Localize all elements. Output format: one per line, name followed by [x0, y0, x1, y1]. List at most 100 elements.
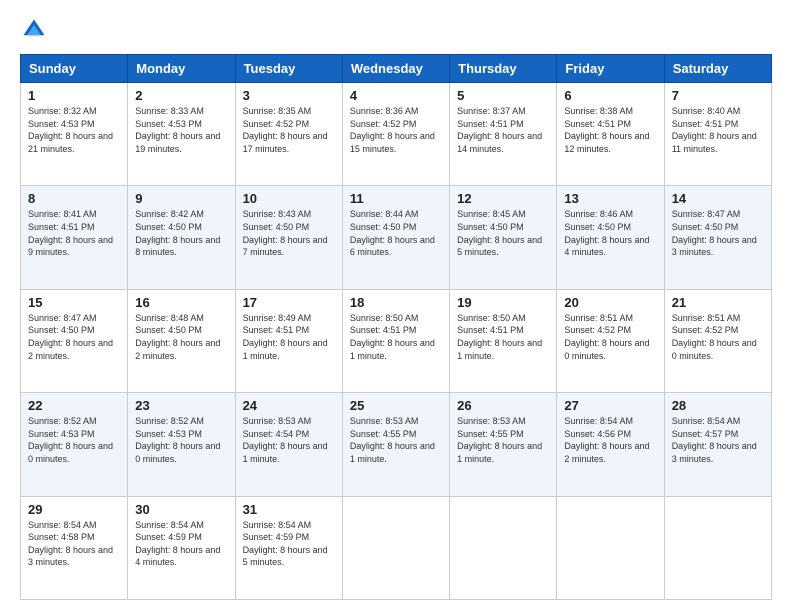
- day-detail: Sunrise: 8:44 AMSunset: 4:50 PMDaylight:…: [350, 209, 435, 257]
- day-detail: Sunrise: 8:52 AMSunset: 4:53 PMDaylight:…: [135, 416, 220, 464]
- day-cell: 7 Sunrise: 8:40 AMSunset: 4:51 PMDayligh…: [664, 83, 771, 186]
- col-header-monday: Monday: [128, 55, 235, 83]
- day-number: 27: [564, 398, 656, 413]
- day-cell: 27 Sunrise: 8:54 AMSunset: 4:56 PMDaylig…: [557, 393, 664, 496]
- day-detail: Sunrise: 8:54 AMSunset: 4:57 PMDaylight:…: [672, 416, 757, 464]
- calendar-header-row: SundayMondayTuesdayWednesdayThursdayFrid…: [21, 55, 772, 83]
- day-detail: Sunrise: 8:53 AMSunset: 4:54 PMDaylight:…: [243, 416, 328, 464]
- day-cell: 15 Sunrise: 8:47 AMSunset: 4:50 PMDaylig…: [21, 289, 128, 392]
- day-cell: 29 Sunrise: 8:54 AMSunset: 4:58 PMDaylig…: [21, 496, 128, 599]
- day-number: 1: [28, 88, 120, 103]
- day-number: 18: [350, 295, 442, 310]
- day-cell: [664, 496, 771, 599]
- day-number: 5: [457, 88, 549, 103]
- day-cell: 20 Sunrise: 8:51 AMSunset: 4:52 PMDaylig…: [557, 289, 664, 392]
- day-number: 22: [28, 398, 120, 413]
- day-cell: 10 Sunrise: 8:43 AMSunset: 4:50 PMDaylig…: [235, 186, 342, 289]
- day-detail: Sunrise: 8:40 AMSunset: 4:51 PMDaylight:…: [672, 106, 757, 154]
- day-detail: Sunrise: 8:53 AMSunset: 4:55 PMDaylight:…: [457, 416, 542, 464]
- day-detail: Sunrise: 8:41 AMSunset: 4:51 PMDaylight:…: [28, 209, 113, 257]
- day-cell: 1 Sunrise: 8:32 AMSunset: 4:53 PMDayligh…: [21, 83, 128, 186]
- day-number: 31: [243, 502, 335, 517]
- day-cell: [450, 496, 557, 599]
- day-detail: Sunrise: 8:48 AMSunset: 4:50 PMDaylight:…: [135, 313, 220, 361]
- day-cell: [557, 496, 664, 599]
- day-detail: Sunrise: 8:33 AMSunset: 4:53 PMDaylight:…: [135, 106, 220, 154]
- day-number: 13: [564, 191, 656, 206]
- day-number: 14: [672, 191, 764, 206]
- day-number: 29: [28, 502, 120, 517]
- day-cell: 24 Sunrise: 8:53 AMSunset: 4:54 PMDaylig…: [235, 393, 342, 496]
- day-cell: 5 Sunrise: 8:37 AMSunset: 4:51 PMDayligh…: [450, 83, 557, 186]
- day-number: 23: [135, 398, 227, 413]
- day-number: 24: [243, 398, 335, 413]
- day-detail: Sunrise: 8:54 AMSunset: 4:59 PMDaylight:…: [243, 520, 328, 568]
- day-number: 7: [672, 88, 764, 103]
- day-detail: Sunrise: 8:50 AMSunset: 4:51 PMDaylight:…: [457, 313, 542, 361]
- week-row-1: 1 Sunrise: 8:32 AMSunset: 4:53 PMDayligh…: [21, 83, 772, 186]
- col-header-friday: Friday: [557, 55, 664, 83]
- day-detail: Sunrise: 8:32 AMSunset: 4:53 PMDaylight:…: [28, 106, 113, 154]
- day-cell: 22 Sunrise: 8:52 AMSunset: 4:53 PMDaylig…: [21, 393, 128, 496]
- day-detail: Sunrise: 8:47 AMSunset: 4:50 PMDaylight:…: [28, 313, 113, 361]
- day-cell: 30 Sunrise: 8:54 AMSunset: 4:59 PMDaylig…: [128, 496, 235, 599]
- day-number: 16: [135, 295, 227, 310]
- day-cell: 28 Sunrise: 8:54 AMSunset: 4:57 PMDaylig…: [664, 393, 771, 496]
- day-cell: [342, 496, 449, 599]
- day-detail: Sunrise: 8:38 AMSunset: 4:51 PMDaylight:…: [564, 106, 649, 154]
- day-cell: 4 Sunrise: 8:36 AMSunset: 4:52 PMDayligh…: [342, 83, 449, 186]
- day-number: 12: [457, 191, 549, 206]
- day-cell: 12 Sunrise: 8:45 AMSunset: 4:50 PMDaylig…: [450, 186, 557, 289]
- day-cell: 21 Sunrise: 8:51 AMSunset: 4:52 PMDaylig…: [664, 289, 771, 392]
- day-number: 6: [564, 88, 656, 103]
- logo-icon: [20, 16, 48, 44]
- day-number: 11: [350, 191, 442, 206]
- day-detail: Sunrise: 8:42 AMSunset: 4:50 PMDaylight:…: [135, 209, 220, 257]
- day-cell: 14 Sunrise: 8:47 AMSunset: 4:50 PMDaylig…: [664, 186, 771, 289]
- day-number: 26: [457, 398, 549, 413]
- week-row-3: 15 Sunrise: 8:47 AMSunset: 4:50 PMDaylig…: [21, 289, 772, 392]
- day-number: 2: [135, 88, 227, 103]
- week-row-5: 29 Sunrise: 8:54 AMSunset: 4:58 PMDaylig…: [21, 496, 772, 599]
- day-number: 20: [564, 295, 656, 310]
- col-header-thursday: Thursday: [450, 55, 557, 83]
- day-number: 17: [243, 295, 335, 310]
- day-detail: Sunrise: 8:51 AMSunset: 4:52 PMDaylight:…: [564, 313, 649, 361]
- calendar: SundayMondayTuesdayWednesdayThursdayFrid…: [20, 54, 772, 600]
- day-number: 19: [457, 295, 549, 310]
- day-number: 15: [28, 295, 120, 310]
- day-cell: 2 Sunrise: 8:33 AMSunset: 4:53 PMDayligh…: [128, 83, 235, 186]
- day-detail: Sunrise: 8:52 AMSunset: 4:53 PMDaylight:…: [28, 416, 113, 464]
- day-detail: Sunrise: 8:43 AMSunset: 4:50 PMDaylight:…: [243, 209, 328, 257]
- day-cell: 26 Sunrise: 8:53 AMSunset: 4:55 PMDaylig…: [450, 393, 557, 496]
- day-detail: Sunrise: 8:54 AMSunset: 4:59 PMDaylight:…: [135, 520, 220, 568]
- day-detail: Sunrise: 8:46 AMSunset: 4:50 PMDaylight:…: [564, 209, 649, 257]
- day-number: 9: [135, 191, 227, 206]
- day-number: 4: [350, 88, 442, 103]
- day-cell: 8 Sunrise: 8:41 AMSunset: 4:51 PMDayligh…: [21, 186, 128, 289]
- day-cell: 13 Sunrise: 8:46 AMSunset: 4:50 PMDaylig…: [557, 186, 664, 289]
- day-detail: Sunrise: 8:53 AMSunset: 4:55 PMDaylight:…: [350, 416, 435, 464]
- day-detail: Sunrise: 8:35 AMSunset: 4:52 PMDaylight:…: [243, 106, 328, 154]
- day-cell: 11 Sunrise: 8:44 AMSunset: 4:50 PMDaylig…: [342, 186, 449, 289]
- day-cell: 16 Sunrise: 8:48 AMSunset: 4:50 PMDaylig…: [128, 289, 235, 392]
- day-cell: 25 Sunrise: 8:53 AMSunset: 4:55 PMDaylig…: [342, 393, 449, 496]
- day-number: 28: [672, 398, 764, 413]
- page: SundayMondayTuesdayWednesdayThursdayFrid…: [0, 0, 792, 612]
- day-cell: 9 Sunrise: 8:42 AMSunset: 4:50 PMDayligh…: [128, 186, 235, 289]
- day-number: 8: [28, 191, 120, 206]
- day-cell: 31 Sunrise: 8:54 AMSunset: 4:59 PMDaylig…: [235, 496, 342, 599]
- week-row-2: 8 Sunrise: 8:41 AMSunset: 4:51 PMDayligh…: [21, 186, 772, 289]
- col-header-wednesday: Wednesday: [342, 55, 449, 83]
- day-detail: Sunrise: 8:37 AMSunset: 4:51 PMDaylight:…: [457, 106, 542, 154]
- day-cell: 17 Sunrise: 8:49 AMSunset: 4:51 PMDaylig…: [235, 289, 342, 392]
- day-detail: Sunrise: 8:54 AMSunset: 4:58 PMDaylight:…: [28, 520, 113, 568]
- col-header-saturday: Saturday: [664, 55, 771, 83]
- day-detail: Sunrise: 8:51 AMSunset: 4:52 PMDaylight:…: [672, 313, 757, 361]
- day-cell: 19 Sunrise: 8:50 AMSunset: 4:51 PMDaylig…: [450, 289, 557, 392]
- day-detail: Sunrise: 8:50 AMSunset: 4:51 PMDaylight:…: [350, 313, 435, 361]
- day-number: 25: [350, 398, 442, 413]
- day-detail: Sunrise: 8:54 AMSunset: 4:56 PMDaylight:…: [564, 416, 649, 464]
- week-row-4: 22 Sunrise: 8:52 AMSunset: 4:53 PMDaylig…: [21, 393, 772, 496]
- day-cell: 3 Sunrise: 8:35 AMSunset: 4:52 PMDayligh…: [235, 83, 342, 186]
